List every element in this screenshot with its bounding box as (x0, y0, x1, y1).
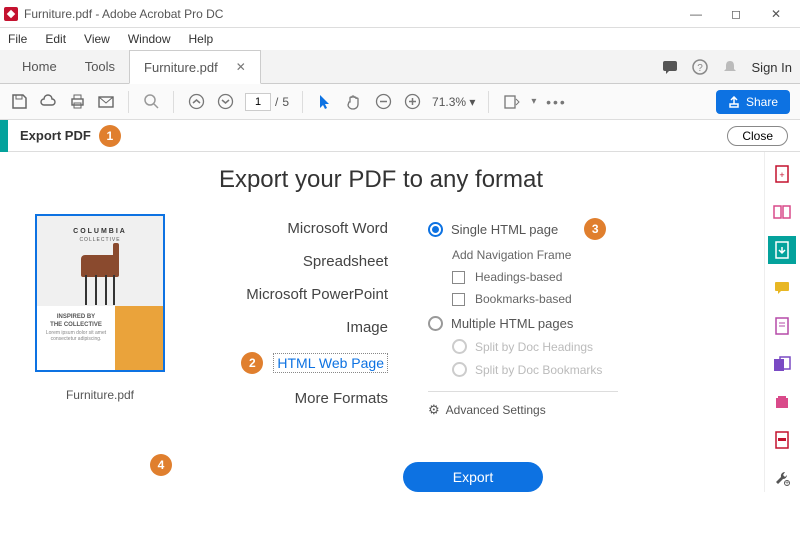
annotation-badge-1: 1 (99, 125, 121, 147)
menubar: File Edit View Window Help (0, 28, 800, 50)
rail-redact-icon[interactable] (768, 426, 796, 454)
rail-compress-icon[interactable] (768, 388, 796, 416)
format-image[interactable]: Image (346, 319, 388, 336)
export-button[interactable]: Export (403, 462, 543, 492)
menu-file[interactable]: File (4, 30, 31, 48)
close-panel-button[interactable]: Close (727, 126, 788, 146)
radio-multiple-label: Multiple HTML pages (451, 316, 573, 331)
tab-home[interactable]: Home (8, 49, 71, 83)
chat-icon[interactable] (662, 59, 678, 75)
checkbox-headings-based[interactable] (452, 271, 465, 284)
format-more[interactable]: More Formats (295, 390, 388, 407)
cloud-icon[interactable] (39, 93, 57, 111)
share-button[interactable]: Share (716, 90, 790, 114)
zoom-out-icon[interactable] (374, 93, 392, 111)
svg-text:+: + (784, 480, 788, 486)
radio-split-bookmarks (452, 362, 467, 377)
save-icon[interactable] (10, 93, 28, 111)
bell-icon[interactable] (722, 59, 738, 75)
rail-combine-icon[interactable] (768, 350, 796, 378)
sign-in-link[interactable]: Sign In (752, 60, 792, 75)
search-icon[interactable] (142, 93, 160, 111)
tab-document-label: Furniture.pdf (144, 60, 218, 75)
format-html[interactable]: HTML Web Page (273, 353, 388, 373)
menu-window[interactable]: Window (124, 30, 175, 48)
share-button-label: Share (746, 95, 778, 109)
print-icon[interactable] (68, 93, 86, 111)
menu-view[interactable]: View (80, 30, 114, 48)
annotation-badge-2: 2 (241, 352, 263, 374)
help-icon[interactable]: ? (692, 59, 708, 75)
zoom-level[interactable]: 71.3% ▾ (432, 95, 475, 109)
annotation-badge-3: 3 (584, 218, 606, 240)
page-total: 5 (282, 95, 289, 109)
format-spreadsheet[interactable]: Spreadsheet (303, 253, 388, 270)
rail-export-pdf-icon[interactable] (768, 236, 796, 264)
app-icon (4, 7, 18, 21)
rail-organize-icon[interactable] (768, 312, 796, 340)
rail-comment-icon[interactable] (768, 274, 796, 302)
fit-width-icon[interactable] (502, 93, 520, 111)
mail-icon[interactable] (97, 93, 115, 111)
rail-edit-pdf-icon[interactable] (768, 198, 796, 226)
radio-split-bookmarks-label: Split by Doc Bookmarks (475, 363, 602, 377)
advanced-settings-label: Advanced Settings (446, 403, 546, 417)
page-sep: / (275, 95, 278, 109)
tab-document[interactable]: Furniture.pdf ✕ (129, 50, 261, 84)
annotation-badge-4: 4 (150, 454, 172, 476)
document-thumbnail[interactable]: COLUMBIA COLLECTIVE INSPIRED BYTHE COLLE… (35, 214, 165, 372)
rail-tools-icon[interactable]: + (768, 464, 796, 492)
add-nav-label: Add Navigation Frame (452, 248, 737, 262)
radio-multiple-html[interactable] (428, 316, 443, 331)
menu-help[interactable]: Help (185, 30, 218, 48)
subbar-title: Export PDF (20, 128, 91, 143)
tab-tools[interactable]: Tools (71, 49, 129, 83)
zoom-in-icon[interactable] (403, 93, 421, 111)
svg-text:?: ? (697, 63, 703, 74)
thumb-sublogo: COLLECTIVE (37, 237, 163, 243)
minimize-button[interactable]: — (676, 0, 716, 28)
cursor-icon[interactable] (316, 93, 334, 111)
page-current-input[interactable] (245, 93, 271, 111)
window-title: Furniture.pdf - Adobe Acrobat Pro DC (24, 7, 676, 21)
format-word[interactable]: Microsoft Word (287, 220, 388, 237)
page-up-icon[interactable] (187, 93, 205, 111)
rail-create-pdf-icon[interactable]: + (768, 160, 796, 188)
advanced-settings-link[interactable]: ⚙ Advanced Settings (428, 402, 737, 418)
hand-icon[interactable] (345, 93, 363, 111)
more-icon[interactable]: ••• (547, 93, 565, 111)
menu-edit[interactable]: Edit (41, 30, 70, 48)
checkbox-bookmarks-label: Bookmarks-based (475, 292, 572, 306)
page-down-icon[interactable] (216, 93, 234, 111)
checkbox-headings-label: Headings-based (475, 270, 562, 284)
close-window-button[interactable]: ✕ (756, 0, 796, 28)
page-title: Export your PDF to any format (0, 166, 762, 194)
thumbnail-filename: Furniture.pdf (25, 388, 175, 402)
format-powerpoint[interactable]: Microsoft PowerPoint (246, 286, 388, 303)
thumb-logo: COLUMBIA (37, 228, 163, 235)
gear-icon: ⚙ (428, 402, 440, 418)
radio-split-headings (452, 339, 467, 354)
radio-single-html[interactable] (428, 222, 443, 237)
svg-text:+: + (779, 170, 784, 180)
maximize-button[interactable]: ◻ (716, 0, 756, 28)
radio-split-headings-label: Split by Doc Headings (475, 340, 593, 354)
radio-single-label: Single HTML page (451, 222, 558, 237)
tab-close-icon[interactable]: ✕ (236, 60, 246, 74)
checkbox-bookmarks-based[interactable] (452, 293, 465, 306)
